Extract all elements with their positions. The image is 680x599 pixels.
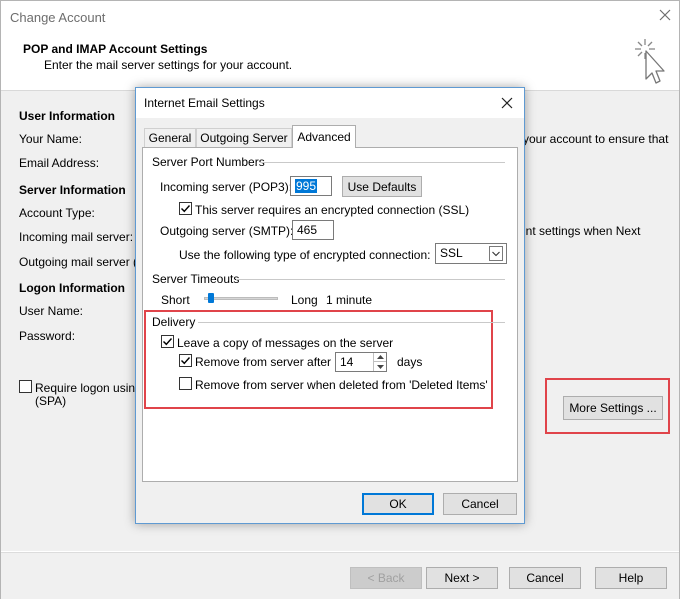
spin-up-icon[interactable] (373, 353, 386, 362)
chevron-down-icon[interactable] (489, 246, 503, 261)
timeout-value: 1 minute (326, 293, 373, 307)
group-divider (260, 162, 505, 163)
next-button[interactable]: Next > (426, 567, 498, 589)
spa-label-line2: (SPA) (35, 394, 67, 408)
internet-email-settings-dialog: Internet Email Settings General Outgoing… (135, 87, 525, 524)
timeouts-group-label: Server Timeouts (152, 272, 240, 286)
remove-deleted-checkbox[interactable] (179, 377, 192, 390)
user-name-label: User Name: (19, 304, 84, 318)
your-name-label: Your Name: (19, 132, 82, 146)
encryption-type-label: Use the following type of encrypted conn… (179, 248, 431, 262)
account-type-label: Account Type: (19, 206, 95, 220)
timeout-slider-thumb[interactable] (208, 293, 214, 303)
server-ports-group-label: Server Port Numbers (152, 155, 265, 169)
encryption-type-select[interactable]: SSL (435, 243, 507, 264)
right-text-2: unt settings when Next (519, 224, 641, 238)
incoming-port-value: 995 (295, 179, 318, 193)
remove-after-label: Remove from server after (195, 355, 332, 369)
timeout-short-label: Short (161, 293, 190, 307)
days-value: 14 (340, 355, 354, 369)
user-info-heading: User Information (19, 109, 116, 123)
encryption-type-value: SSL (440, 246, 463, 260)
window-title: Change Account (10, 10, 106, 25)
cancel-button[interactable]: Cancel (509, 567, 581, 589)
incoming-port-input[interactable]: 995 (290, 176, 332, 196)
leave-copy-checkbox[interactable] (161, 335, 174, 348)
page-title: POP and IMAP Account Settings (23, 42, 208, 56)
dialog-cancel-button[interactable]: Cancel (443, 493, 517, 515)
outgoing-port-label: Outgoing server (SMTP): (160, 224, 294, 238)
outgoing-server-label: Outgoing mail server (S (19, 255, 146, 269)
right-text-1: your account to ensure that (523, 132, 669, 146)
outgoing-port-input[interactable]: 465 (292, 220, 334, 240)
spa-checkbox[interactable] (19, 380, 32, 393)
page-subtitle: Enter the mail server settings for your … (44, 58, 293, 72)
days-label: days (397, 355, 423, 369)
password-label: Password: (19, 329, 76, 343)
tab-general[interactable]: General (144, 128, 196, 147)
dialog-title: Internet Email Settings (144, 96, 265, 110)
ok-button[interactable]: OK (362, 493, 434, 515)
spin-down-icon[interactable] (373, 362, 386, 371)
incoming-server-label: Incoming mail server: (19, 230, 134, 244)
close-icon[interactable] (498, 94, 516, 112)
back-button[interactable]: < Back (350, 567, 422, 589)
logon-info-heading: Logon Information (19, 281, 125, 295)
incoming-port-label: Incoming server (POP3): (160, 180, 293, 194)
ssl-checkbox[interactable] (179, 202, 192, 215)
more-settings-button[interactable]: More Settings ... (563, 396, 663, 420)
timeout-long-label: Long (291, 293, 318, 307)
server-info-heading: Server Information (19, 183, 126, 197)
use-defaults-button[interactable]: Use Defaults (342, 176, 422, 197)
spa-label-line1: Require logon using (35, 381, 142, 395)
tab-advanced[interactable]: Advanced (292, 125, 356, 148)
help-button[interactable]: Help (595, 567, 667, 589)
cursor-sparkle-icon (627, 37, 669, 87)
leave-copy-label: Leave a copy of messages on the server (177, 336, 394, 350)
email-label: Email Address: (19, 156, 100, 170)
timeout-slider-track[interactable] (204, 297, 278, 300)
ssl-checkbox-label: This server requires an encrypted connec… (195, 203, 470, 217)
remove-after-checkbox[interactable] (179, 354, 192, 367)
remove-deleted-label: Remove from server when deleted from 'De… (195, 378, 488, 392)
group-divider (236, 279, 505, 280)
tab-outgoing-server[interactable]: Outgoing Server (196, 128, 292, 147)
days-spinner[interactable]: 14 (335, 352, 387, 372)
delivery-group-label: Delivery (152, 315, 196, 329)
group-divider (198, 322, 505, 323)
close-icon[interactable] (656, 6, 674, 24)
